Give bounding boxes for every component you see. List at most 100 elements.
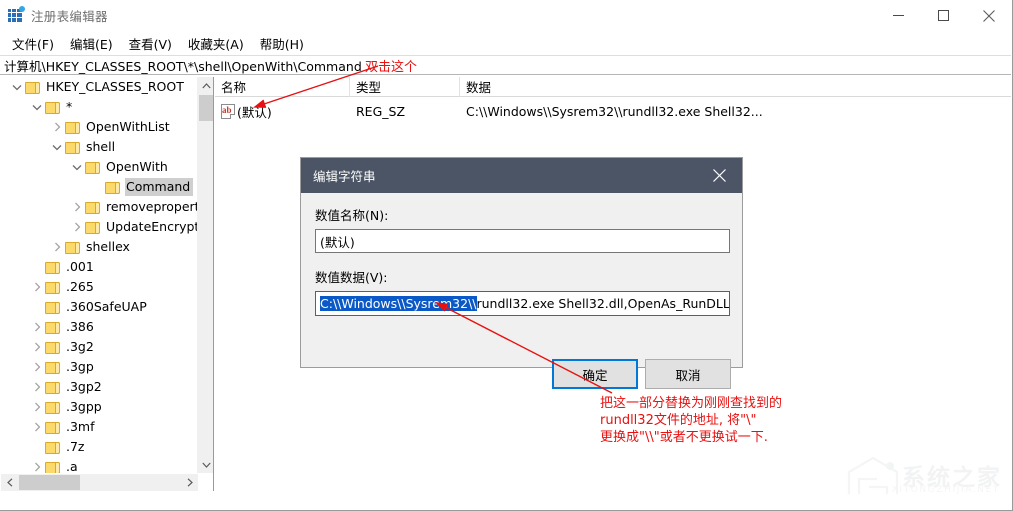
tree-item-label: .7z <box>66 439 85 454</box>
value-data-cell: C:\\Windows\\Sysrem32\\rundll32.exe Shel… <box>466 103 763 119</box>
tree-item-openwithlist[interactable]: OpenWithList <box>1 117 198 137</box>
column-header-type[interactable]: 类型 <box>350 76 460 97</box>
registry-tree-pane: HKEY_CLASSES_ROOT * OpenWithList shell OpenW… <box>1 77 214 491</box>
menu-edit[interactable]: 编辑(E) <box>62 33 121 54</box>
tree-item-label: HKEY_CLASSES_ROOT <box>46 79 184 94</box>
folder-icon <box>45 421 60 434</box>
watermark: 系统之家 XITONGZHIJIA.NET <box>843 452 1008 504</box>
scroll-left-icon[interactable] <box>1 474 18 491</box>
chevron-right-icon[interactable] <box>69 197 85 217</box>
tree-item-386[interactable]: .386 <box>1 317 198 337</box>
dialog-close-icon[interactable] <box>696 158 742 193</box>
chevron-down-icon[interactable] <box>49 137 65 157</box>
tree-item-updateencrypti[interactable]: UpdateEncrypti <box>1 217 198 237</box>
folder-icon <box>105 181 120 194</box>
chevron-down-icon[interactable] <box>69 157 85 177</box>
tree-item-label: removeproperti <box>106 199 198 214</box>
value-name-input-text: (默认) <box>320 234 355 250</box>
tree-vertical-scrollbar[interactable] <box>197 77 213 473</box>
chevron-down-icon[interactable] <box>29 97 45 117</box>
value-name-input[interactable]: (默认) <box>315 229 730 253</box>
window-title: 注册表编辑器 <box>31 8 108 24</box>
tree-item-7z[interactable]: .7z <box>1 437 198 457</box>
tree-scroll-thumb[interactable] <box>199 95 213 121</box>
scroll-down-icon[interactable] <box>198 456 213 473</box>
registry-tree[interactable]: HKEY_CLASSES_ROOT * OpenWithList shell OpenW… <box>1 77 198 473</box>
tree-horizontal-scrollbar[interactable] <box>1 474 198 491</box>
tree-hscroll-thumb[interactable] <box>19 475 80 490</box>
value-name-cell[interactable]: ab (默认) <box>215 101 350 121</box>
scroll-right-icon[interactable] <box>181 474 198 491</box>
chevron-right-icon[interactable] <box>29 417 45 437</box>
chevron-right-icon[interactable] <box>29 317 45 337</box>
tree-item-label: OpenWithList <box>86 119 170 134</box>
folder-icon <box>45 261 60 274</box>
tree-item-label: .3gpp <box>66 399 102 414</box>
dialog-title-text: 编辑字符串 <box>313 169 376 184</box>
menu-bar: 文件(F) 编辑(E) 查看(V) 收藏夹(A) 帮助(H) <box>0 33 1011 53</box>
annotation-bottom-line2: rundll32文件的地址, 将"\" <box>600 413 757 428</box>
dialog-title-bar: 编辑字符串 <box>301 158 742 193</box>
list-column-headers: 名称 类型 数据 <box>215 76 1011 97</box>
folder-icon <box>45 441 60 454</box>
folder-icon <box>45 401 60 414</box>
column-header-data[interactable]: 数据 <box>460 77 1011 97</box>
tree-item-shell[interactable]: shell <box>1 137 198 157</box>
tree-item-3mf[interactable]: .3mf <box>1 417 198 437</box>
tree-item-openwith[interactable]: OpenWith <box>1 157 198 177</box>
chevron-right-icon[interactable] <box>49 237 65 257</box>
tree-item-001[interactable]: .001 <box>1 257 198 277</box>
maximize-button[interactable] <box>921 0 966 31</box>
tree-item-shellex[interactable]: shellex <box>1 237 198 257</box>
folder-icon <box>25 81 40 94</box>
chevron-right-icon[interactable] <box>29 357 45 377</box>
folder-icon <box>65 121 80 134</box>
tree-item-360safeuap[interactable]: .360SafeUAP <box>1 297 198 317</box>
dialog-body: 数值名称(N): (默认) 数值数据(V): C:\\Windows\\Sysr… <box>301 193 742 389</box>
tree-item-3gpp[interactable]: .3gpp <box>1 397 198 417</box>
menu-view[interactable]: 查看(V) <box>121 33 180 54</box>
menu-favorites[interactable]: 收藏夹(A) <box>180 33 252 54</box>
address-bar[interactable]: 计算机\HKEY_CLASSES_ROOT\*\shell\OpenWith\C… <box>0 55 1011 75</box>
scroll-up-icon[interactable] <box>198 77 213 94</box>
chevron-right-icon[interactable] <box>29 377 45 397</box>
tree-item-[interactable]: * <box>1 97 198 117</box>
table-row[interactable]: ab (默认) REG_SZ C:\\Windows\\Sysrem32\\ru… <box>215 101 1011 121</box>
tree-item-hkey_classes_root[interactable]: HKEY_CLASSES_ROOT <box>1 77 198 97</box>
tree-item-3gp2[interactable]: .3gp2 <box>1 377 198 397</box>
tree-item-removeproperti[interactable]: removeproperti <box>1 197 198 217</box>
chevron-right-icon[interactable] <box>49 117 65 137</box>
folder-icon <box>45 301 60 314</box>
tree-item-265[interactable]: .265 <box>1 277 198 297</box>
folder-icon <box>45 321 60 334</box>
value-data-input[interactable]: C:\\Windows\\Sysrem32\\ rundll32.exe Shel… <box>315 291 730 316</box>
chevron-right-icon[interactable] <box>29 397 45 417</box>
menu-help[interactable]: 帮助(H) <box>252 33 312 54</box>
ok-button[interactable]: 确定 <box>552 359 638 389</box>
tree-item-3g2[interactable]: .3g2 <box>1 337 198 357</box>
chevron-right-icon[interactable] <box>29 457 45 473</box>
value-name-label: 数值名称(N): <box>315 208 389 223</box>
tree-item-command[interactable]: Command <box>1 177 198 197</box>
chevron-right-icon[interactable] <box>69 217 85 237</box>
value-data-selected-text: C:\\Windows\\Sysrem32\\ <box>320 296 477 311</box>
tree-item-3gp[interactable]: .3gp <box>1 357 198 377</box>
chevron-right-icon[interactable] <box>29 277 45 297</box>
cancel-button[interactable]: 取消 <box>645 359 731 389</box>
column-header-name[interactable]: 名称 <box>215 76 350 97</box>
chevron-right-icon[interactable] <box>29 337 45 357</box>
registry-editor-window: 注册表编辑器 文件(F) 编辑(E) 查看(V) 收藏夹(A) 帮助(H) 计算… <box>0 0 1013 511</box>
folder-icon <box>45 101 60 114</box>
tree-item-a[interactable]: .a <box>1 457 198 473</box>
minimize-button[interactable] <box>876 0 921 31</box>
chevron-down-icon[interactable] <box>9 77 25 97</box>
value-type-cell: REG_SZ <box>356 103 406 119</box>
annotation-top: 双击这个 <box>365 60 418 75</box>
tree-item-label: .3mf <box>66 419 95 434</box>
menu-file[interactable]: 文件(F) <box>4 33 62 54</box>
close-button[interactable] <box>966 0 1011 31</box>
registry-icon <box>8 6 25 23</box>
window-controls <box>876 0 1011 31</box>
